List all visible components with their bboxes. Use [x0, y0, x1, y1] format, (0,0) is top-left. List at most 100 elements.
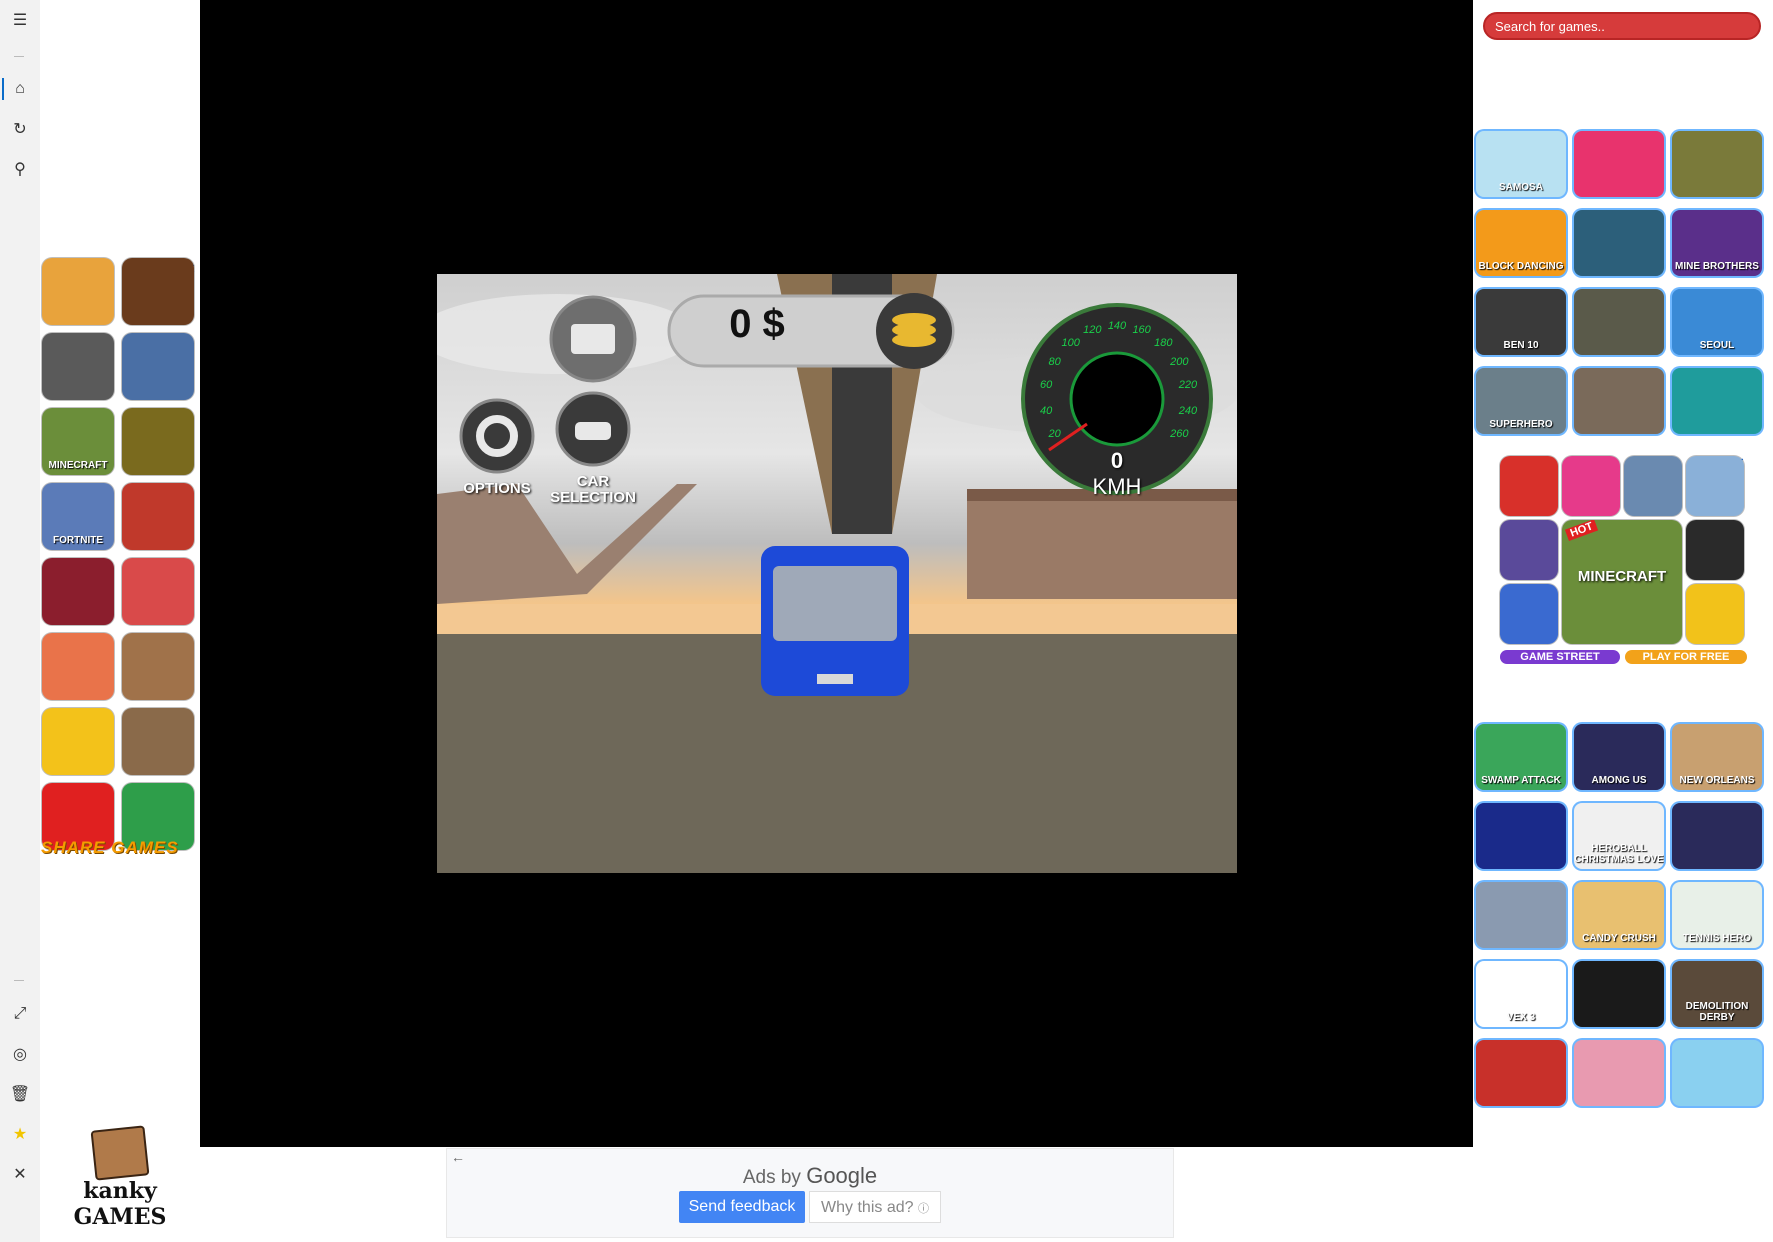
menu-icon[interactable]: ☰ — [9, 9, 31, 31]
camera-icon — [571, 324, 615, 354]
ad-game-tile[interactable] — [1500, 456, 1558, 516]
ads-by-label: Ads by — [742, 1167, 801, 1188]
star-icon[interactable]: ★ — [9, 1123, 31, 1145]
game-thumbnail-label: TENNIS HERO — [1682, 933, 1752, 944]
refresh-icon[interactable]: ↻ — [9, 118, 31, 140]
game-thumbnail-label: BLOCK DANCING — [1478, 261, 1564, 272]
game-thumbnail[interactable] — [1574, 131, 1664, 197]
game-thumbnail[interactable] — [1574, 1040, 1664, 1106]
game-thumbnail[interactable]: SWAMP ATTACK — [1476, 724, 1566, 790]
ad-game-tile[interactable] — [42, 258, 114, 325]
game-thumbnail[interactable]: SUPERHERO — [1476, 368, 1566, 434]
ad-game-tile[interactable] — [1686, 456, 1744, 516]
why-this-ad-button[interactable]: Why this ad? ⓘ — [809, 1191, 941, 1223]
game-canvas[interactable]: 0 $ OPTIONS CAR SELECTION 0 KMH 20 40 60 80… — [437, 274, 1237, 873]
money-value: 0 $ — [729, 302, 785, 346]
game-thumbnail[interactable]: MINE BROTHERS — [1672, 210, 1762, 276]
logo-word-1: kanky — [83, 1178, 157, 1204]
game-thumbnail[interactable] — [1672, 131, 1762, 197]
options-button[interactable] — [459, 398, 535, 474]
game-thumbnail-label: BEN 10 — [1503, 340, 1539, 351]
speed-tick-label: 60 — [1039, 379, 1053, 392]
game-thumbnail[interactable]: SAMOSA — [1476, 131, 1566, 197]
ad-game-tile[interactable] — [122, 408, 194, 475]
bottom-ad: ← Ads by Google Send feedback Why this a… — [446, 1148, 1174, 1238]
info-icon: ⓘ — [917, 1203, 929, 1215]
globe-icon[interactable]: ◎ — [9, 1043, 31, 1065]
game-thumbnail[interactable]: BLOCK DANCING — [1476, 210, 1566, 276]
logo-word-2: GAMES — [73, 1204, 167, 1230]
game-thumbnail[interactable] — [1672, 368, 1762, 434]
speed-tick-label: 240 — [1178, 404, 1198, 417]
search-input[interactable] — [1483, 12, 1761, 40]
speed-tick-label: 40 — [1039, 404, 1053, 417]
game-thumbnail[interactable] — [1574, 368, 1664, 434]
close-icon[interactable]: ✕ — [9, 1163, 31, 1185]
game-thumbnail[interactable]: SEOUL — [1672, 289, 1762, 355]
featured-ad-label: MINECRAFT — [1577, 568, 1667, 585]
ad-game-tile[interactable] — [122, 558, 194, 625]
game-thumbnail[interactable]: AMONG US — [1574, 724, 1664, 790]
game-thumbnail[interactable]: CANDY CRUSH — [1574, 882, 1664, 948]
game-thumbnail[interactable] — [1672, 1040, 1762, 1106]
game-thumbnail-label: MINE BROTHERS — [1675, 261, 1759, 272]
ad-game-tile[interactable] — [1500, 584, 1558, 644]
ad-game-tile[interactable] — [42, 558, 114, 625]
game-thumbnail-label: SEOUL — [1699, 340, 1735, 351]
game-thumbnail-label: SWAMP ATTACK — [1481, 775, 1561, 786]
ad-game-tile[interactable] — [122, 258, 194, 325]
game-thumbnail[interactable]: BEN 10 — [1476, 289, 1566, 355]
game-street-pill[interactable]: GAME STREET — [1500, 650, 1620, 664]
ad-game-tile[interactable] — [1686, 584, 1744, 644]
fullscreen-icon[interactable]: ⤢ — [9, 1003, 31, 1025]
game-thumbnail-label: HEROBALL CHRISTMAS LOVE — [1574, 843, 1664, 865]
search-icon[interactable]: ⚲ — [9, 158, 31, 180]
ad-game-tile[interactable] — [122, 633, 194, 700]
ad-game-tile[interactable] — [42, 333, 114, 400]
ad-game-tile[interactable] — [1686, 520, 1744, 580]
game-thumbnail[interactable] — [1672, 803, 1762, 869]
right-ad-panel[interactable]: MINECRAFT HOT — [1500, 456, 1750, 664]
home-icon[interactable]: ⌂ — [9, 78, 31, 100]
game-thumbnail[interactable] — [1574, 210, 1664, 276]
speed-tick-label: 100 — [1061, 336, 1080, 349]
ad-game-tile[interactable]: MINECRAFT — [42, 408, 114, 475]
speed-tick-label: 180 — [1154, 336, 1173, 349]
google-label: Google — [806, 1163, 878, 1188]
game-thumbnail-label: DEMOLITION DERBY — [1685, 1001, 1749, 1023]
divider — [14, 980, 24, 981]
coin-icon — [892, 333, 936, 347]
ad-game-tile[interactable] — [42, 708, 114, 775]
speedometer-center — [1069, 351, 1165, 447]
ad-game-tile[interactable] — [122, 483, 194, 550]
ad-game-tile[interactable]: FORTNITE — [42, 483, 114, 550]
game-thumbnail-label: VEX 3 — [1506, 1012, 1536, 1023]
ad-game-tile[interactable] — [122, 708, 194, 775]
logo-face-icon — [90, 1125, 150, 1181]
game-thumbnail[interactable] — [1574, 961, 1664, 1027]
game-thumbnail[interactable] — [1476, 882, 1566, 948]
game-thumbnail[interactable]: NEW ORLEANS — [1672, 724, 1762, 790]
game-thumbnail[interactable]: DEMOLITION DERBY — [1672, 961, 1762, 1027]
game-thumbnail[interactable] — [1476, 803, 1566, 869]
hot-badge: HOT — [1564, 520, 1599, 541]
game-thumbnail[interactable]: HEROBALL CHRISTMAS LOVE — [1574, 803, 1664, 869]
ad-game-tile[interactable] — [1500, 520, 1558, 580]
share-games-logo[interactable]: SHARE GAMES — [41, 838, 179, 858]
game-thumbnail[interactable]: TENNIS HERO — [1672, 882, 1762, 948]
game-thumbnail[interactable]: VEX 3 — [1476, 961, 1566, 1027]
left-ad-panel[interactable]: MINECRAFT FORTNITE — [40, 258, 200, 858]
ad-game-tile[interactable] — [122, 333, 194, 400]
ad-game-tile[interactable] — [1562, 456, 1620, 516]
ad-game-tile[interactable] — [42, 633, 114, 700]
game-thumbnail[interactable] — [1574, 289, 1664, 355]
featured-ad-tile[interactable]: MINECRAFT HOT — [1562, 520, 1682, 644]
kanky-games-logo[interactable]: kanky GAMES — [72, 1125, 168, 1230]
speed-value: 0 — [1110, 448, 1124, 473]
send-feedback-button[interactable]: Send feedback — [679, 1191, 805, 1223]
ad-game-tile[interactable] — [1624, 456, 1682, 516]
trash-icon[interactable]: 🗑 — [9, 1083, 31, 1105]
game-thumbnail[interactable] — [1476, 1040, 1566, 1106]
ad-game-label: MINECRAFT — [48, 460, 108, 471]
play-for-free-pill[interactable]: PLAY FOR FREE — [1625, 650, 1747, 664]
